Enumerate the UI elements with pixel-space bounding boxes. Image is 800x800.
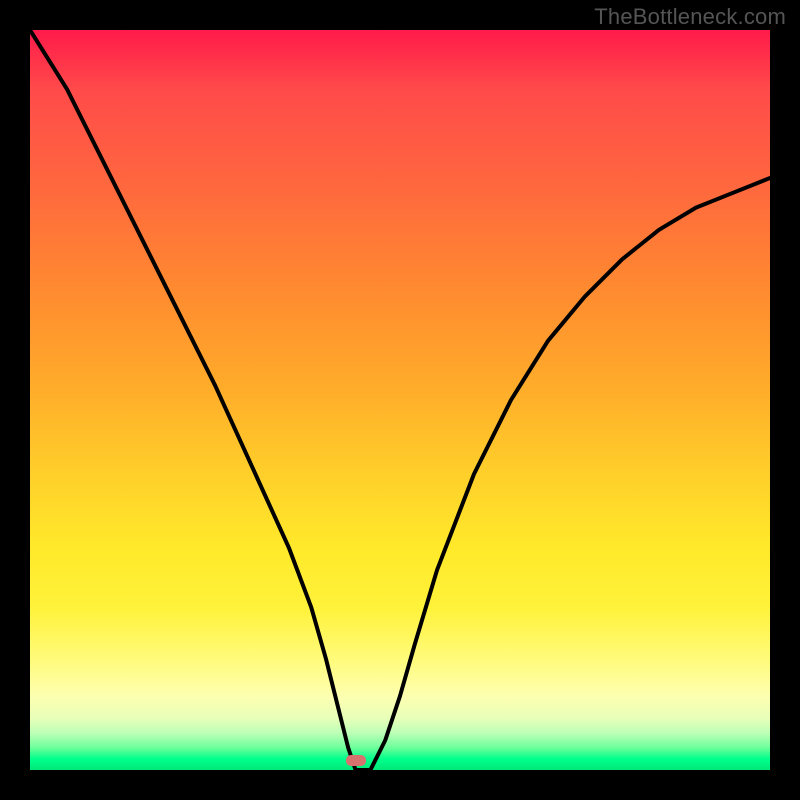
watermark-text: TheBottleneck.com bbox=[594, 4, 786, 30]
chart-frame: TheBottleneck.com bbox=[0, 0, 800, 800]
plot-gradient-area bbox=[30, 30, 770, 770]
